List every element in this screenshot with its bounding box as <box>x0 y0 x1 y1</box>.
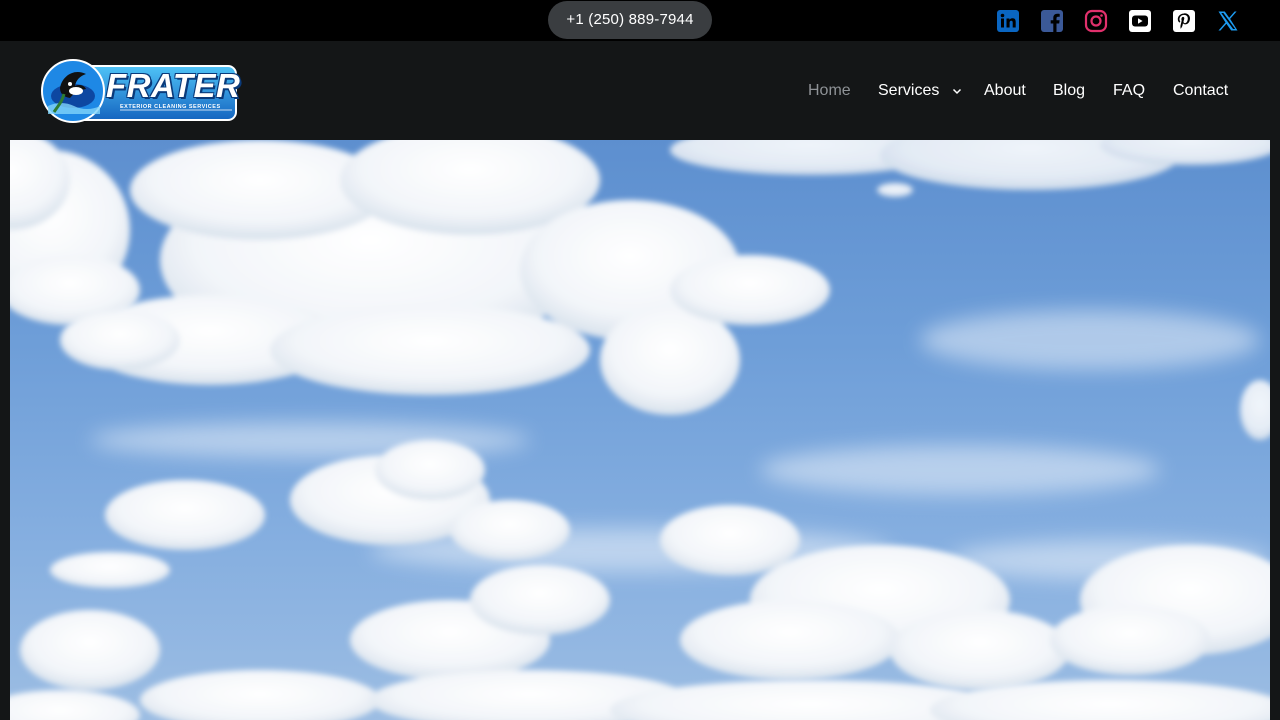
nav-item-services[interactable]: Services <box>878 81 962 101</box>
nav-item-about[interactable]: About <box>984 81 1026 101</box>
linkedin-icon[interactable] <box>996 9 1020 33</box>
phone-button[interactable]: +1 (250) 889-7944 <box>548 1 712 39</box>
nav-item-services-label: Services <box>878 82 940 99</box>
chevron-down-icon <box>952 88 961 94</box>
nav-item-blog[interactable]: Blog <box>1053 81 1085 101</box>
pinterest-icon[interactable] <box>1172 9 1196 33</box>
youtube-icon[interactable] <box>1128 9 1152 33</box>
x-icon[interactable] <box>1216 9 1240 33</box>
main-nav: Home Services About Blog FAQ Contact <box>0 41 1280 140</box>
instagram-icon[interactable] <box>1084 9 1108 33</box>
nav-item-home[interactable]: Home <box>808 81 851 101</box>
nav-item-faq[interactable]: FAQ <box>1113 81 1145 101</box>
facebook-icon[interactable] <box>1040 9 1064 33</box>
hero-sky-image <box>10 140 1270 720</box>
nav-item-contact[interactable]: Contact <box>1173 81 1228 101</box>
top-bar: +1 (250) 889-7944 <box>0 0 1280 41</box>
